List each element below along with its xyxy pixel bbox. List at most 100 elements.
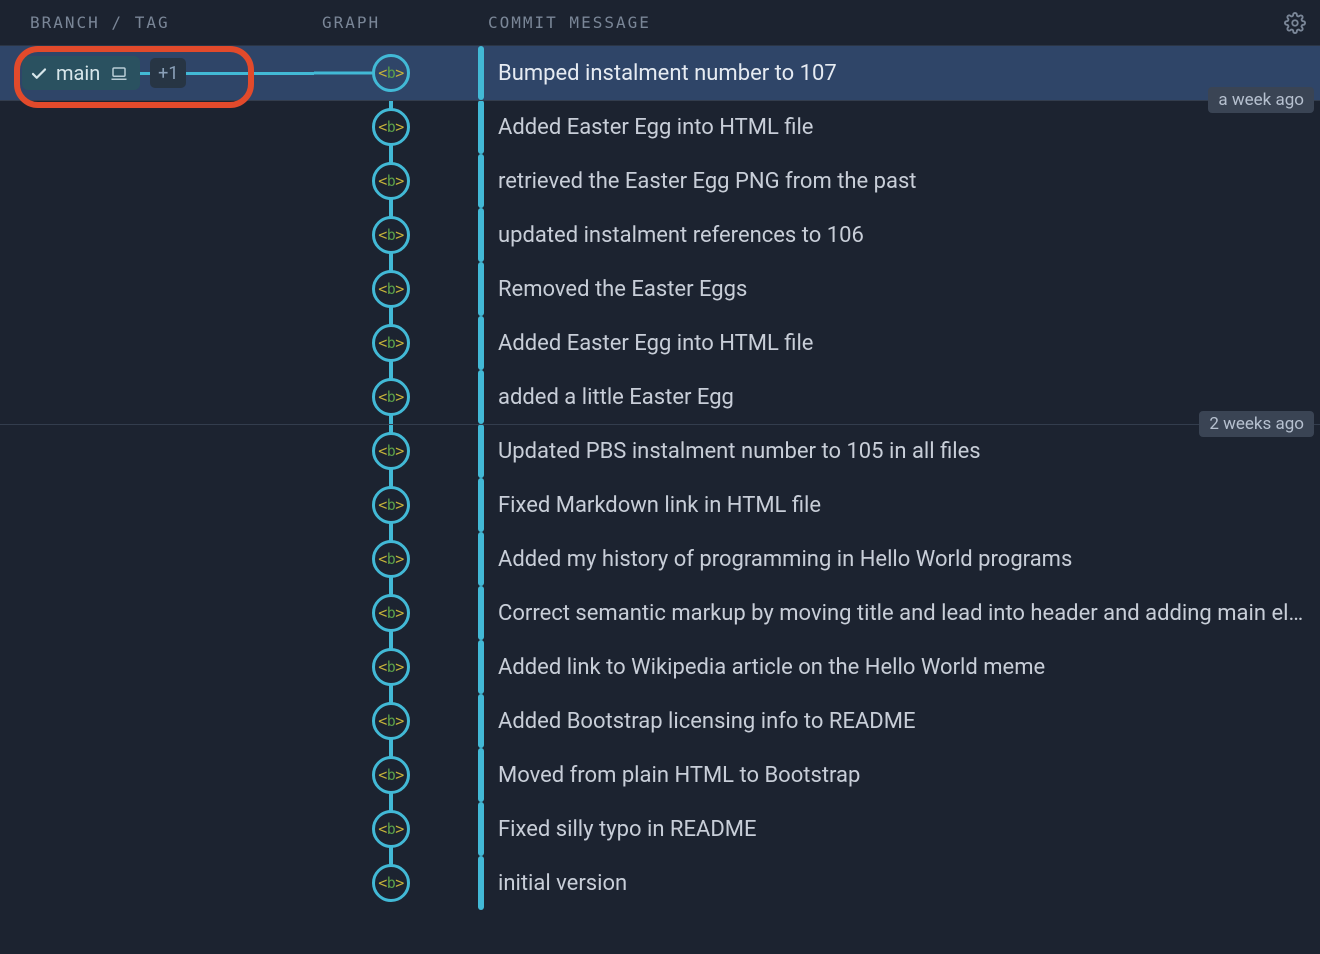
- graph-cell: <b>: [314, 532, 478, 586]
- avatar-bracket-close: >: [395, 226, 404, 244]
- graph-cell: <b>: [314, 262, 478, 316]
- commit-row[interactable]: <b> Added link to Wikipedia article on t…: [0, 640, 1320, 694]
- graph-cell: <b>: [314, 640, 478, 694]
- commit-message-text: Added Easter Egg into HTML file: [498, 115, 813, 140]
- commit-row[interactable]: <b> Added Bootstrap licensing info to RE…: [0, 694, 1320, 748]
- check-icon: [30, 64, 48, 82]
- commit-node[interactable]: <b>: [372, 216, 410, 254]
- pill-connector: [140, 72, 150, 75]
- commit-row[interactable]: <b> Fixed silly typo in README: [0, 802, 1320, 856]
- commit-row[interactable]: <b> Fixed Markdown link in HTML file: [0, 478, 1320, 532]
- commit-message-text: Updated PBS instalment number to 105 in …: [498, 439, 981, 464]
- branch-color-bar: [478, 478, 484, 532]
- commit-row[interactable]: <b> Added my history of programming in H…: [0, 532, 1320, 586]
- avatar-bracket-close: >: [395, 64, 404, 82]
- message-cell: Added Easter Egg into HTML file: [478, 316, 1320, 370]
- commit-row[interactable]: <b> Added Easter Egg into HTML file: [0, 316, 1320, 370]
- branch-name: main: [56, 61, 100, 85]
- avatar-letter: b: [387, 550, 396, 568]
- branch-cell: [0, 748, 314, 802]
- avatar-bracket-close: >: [395, 766, 404, 784]
- commit-message-text: Added link to Wikipedia article on the H…: [498, 655, 1045, 680]
- message-cell: retrieved the Easter Egg PNG from the pa…: [478, 154, 1320, 208]
- commit-node[interactable]: <b>: [372, 108, 410, 146]
- avatar-bracket-open: <: [378, 496, 387, 514]
- avatar-letter: b: [387, 712, 396, 730]
- commit-message-text: Added Bootstrap licensing info to README: [498, 709, 915, 734]
- graph-cell: <b>: [314, 424, 478, 478]
- extra-refs-badge[interactable]: +1: [150, 58, 186, 88]
- graph-cell: <b>: [314, 748, 478, 802]
- commit-row[interactable]: <b> Moved from plain HTML to Bootstrap: [0, 748, 1320, 802]
- commit-node[interactable]: <b>: [372, 432, 410, 470]
- pill-to-node-connector: [314, 72, 374, 75]
- avatar-bracket-close: >: [395, 388, 404, 406]
- commit-node[interactable]: <b>: [372, 594, 410, 632]
- avatar-letter: b: [387, 280, 396, 298]
- branch-color-bar: [478, 694, 484, 748]
- commit-message-text: updated instalment references to 106: [498, 223, 864, 248]
- avatar-bracket-close: >: [395, 334, 404, 352]
- commit-node[interactable]: <b>: [372, 162, 410, 200]
- commit-node[interactable]: <b>: [372, 648, 410, 686]
- graph-cell: <b>: [314, 154, 478, 208]
- commit-row[interactable]: <b> updated instalment references to 106: [0, 208, 1320, 262]
- commit-node[interactable]: <b>: [372, 702, 410, 740]
- commit-node[interactable]: <b>: [372, 324, 410, 362]
- branch-cell: [0, 856, 314, 910]
- branch-cell: [0, 262, 314, 316]
- avatar-letter: b: [387, 442, 396, 460]
- commit-node[interactable]: <b>: [372, 486, 410, 524]
- branch-color-bar: [478, 586, 484, 640]
- avatar-bracket-close: >: [395, 172, 404, 190]
- avatar-letter: b: [387, 604, 396, 622]
- message-cell: Updated PBS instalment number to 105 in …: [478, 424, 1320, 478]
- branch-cell: [0, 424, 314, 478]
- branch-color-bar: [478, 46, 484, 100]
- branch-color-bar: [478, 802, 484, 856]
- commit-message-text: added a little Easter Egg: [498, 385, 734, 410]
- time-separator-label: 2 weeks ago: [1199, 411, 1314, 437]
- commit-message-text: Correct semantic markup by moving title …: [498, 601, 1304, 626]
- commit-row[interactable]: <b> Added Easter Egg into HTML file: [0, 100, 1320, 154]
- commit-row[interactable]: <b> Updated PBS instalment number to 105…: [0, 424, 1320, 478]
- header-commit-message: COMMIT MESSAGE: [478, 13, 1308, 32]
- avatar-bracket-open: <: [378, 550, 387, 568]
- commit-row[interactable]: <b> Correct semantic markup by moving ti…: [0, 586, 1320, 640]
- branch-cell: [0, 586, 314, 640]
- commit-node[interactable]: <b>: [372, 378, 410, 416]
- commit-node[interactable]: <b>: [372, 864, 410, 902]
- message-cell: Added link to Wikipedia article on the H…: [478, 640, 1320, 694]
- commit-node[interactable]: <b>: [372, 540, 410, 578]
- avatar-letter: b: [387, 874, 396, 892]
- gear-icon[interactable]: [1284, 12, 1306, 34]
- graph-cell: <b>: [314, 46, 478, 100]
- avatar-bracket-open: <: [378, 172, 387, 190]
- branch-pill[interactable]: main: [22, 56, 140, 90]
- avatar-letter: b: [387, 172, 396, 190]
- time-separator-line: [0, 100, 1320, 101]
- message-cell: Added Easter Egg into HTML file: [478, 100, 1320, 154]
- commit-row[interactable]: <b> retrieved the Easter Egg PNG from th…: [0, 154, 1320, 208]
- avatar-bracket-close: >: [395, 874, 404, 892]
- commit-node[interactable]: <b>: [372, 756, 410, 794]
- avatar-bracket-close: >: [395, 442, 404, 460]
- avatar-letter: b: [387, 388, 396, 406]
- message-cell: Moved from plain HTML to Bootstrap: [478, 748, 1320, 802]
- branch-cell: [0, 370, 314, 424]
- branch-color-bar: [478, 640, 484, 694]
- commit-row[interactable]: <b> initial version: [0, 856, 1320, 910]
- commit-message-text: initial version: [498, 871, 627, 896]
- branch-cell: [0, 208, 314, 262]
- commit-row[interactable]: <b> Removed the Easter Eggs: [0, 262, 1320, 316]
- avatar-letter: b: [387, 64, 396, 82]
- graph-cell: <b>: [314, 100, 478, 154]
- message-cell: initial version: [478, 856, 1320, 910]
- commit-row[interactable]: main +1 <b> Bumped instalment number to …: [0, 46, 1320, 100]
- avatar-bracket-close: >: [395, 496, 404, 514]
- commit-row[interactable]: <b> added a little Easter Egg: [0, 370, 1320, 424]
- commit-node[interactable]: <b>: [372, 270, 410, 308]
- commit-node[interactable]: <b>: [372, 54, 410, 92]
- avatar-letter: b: [387, 766, 396, 784]
- commit-node[interactable]: <b>: [372, 810, 410, 848]
